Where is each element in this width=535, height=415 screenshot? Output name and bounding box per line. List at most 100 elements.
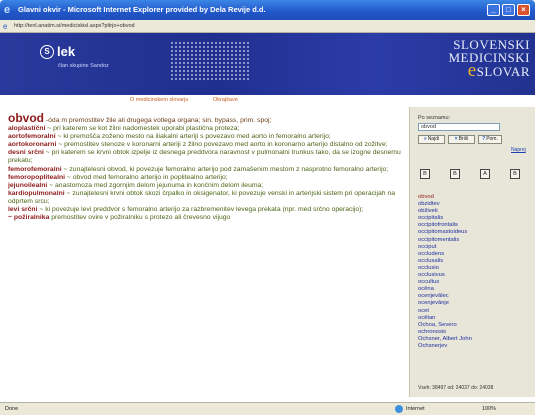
security-zone: Internet [406,406,425,412]
word-list: obvod obzidtev obživeti occipitalis occipito… [418,194,530,350]
subentry-term: femoropoplitealni [8,173,66,181]
dictionary-title: SLOVENSKI MEDICINSKI eSLOVAR [400,38,530,80]
subentry: aortokoronarni ~ premostitev stenoze v k… [8,141,405,149]
subentry-definition: premostitev ovire v požiralniku s protez… [51,214,231,222]
letter-button-3[interactable]: A [480,169,490,179]
word-list-item[interactable]: ocêna [418,286,530,293]
search-input[interactable] [418,123,500,131]
internet-zone-icon [395,405,403,413]
find-button[interactable]: »Najdi [418,135,445,144]
window-title: Glavni okvir - Microsoft Internet Explor… [18,5,266,14]
word-list-item[interactable]: Ochoa, Severo [418,322,530,329]
subentry-definition: ~ pri katerem se krvni obtok izpelje iz … [8,149,401,165]
word-list-item[interactable]: occludens [418,251,530,258]
help-button-label: Pom. [486,136,498,142]
word-list-item[interactable]: occlusivus [418,272,530,279]
close-button[interactable]: × [517,4,530,16]
search-side-panel: Po seznamu: »Najdi ×Briši ?Pom. Naprej B… [409,107,535,397]
word-list-item[interactable]: Ochsnerjev [418,343,530,350]
help-button[interactable]: ?Pom. [478,135,502,144]
letter-button-4[interactable]: B [510,169,520,179]
headword-definition: -óda m premostitev žile ali drugega votl… [45,117,272,124]
word-list-item[interactable]: occipitofrontalis [418,222,530,229]
dictionary-title-rest: SLOVAR [476,64,530,79]
word-list-item[interactable]: obživeti [418,208,530,215]
find-button-label: Najdi [427,136,440,142]
address-text[interactable]: http://tenl.anatim.si/mediciskisl.aspx?p… [14,22,519,31]
word-list-item[interactable]: occipitomastoideus [418,229,530,236]
subentry-list: aloplastični ~ pri katerem se kot žilni … [8,125,405,222]
browser-window: e Glavni okvir - Microsoft Internet Expl… [0,0,535,415]
subentry-definition: ~ obvod med femoralno arterijo in poplit… [66,173,228,181]
word-list-item[interactable]: ocenjevânje [418,300,530,307]
headword: obvod [8,111,44,125]
letter-button-1[interactable]: B [420,169,430,179]
subentry: desni srčni ~ pri katerem se krvni obtok… [8,149,405,165]
top-links: O medicinskem slovarju Okrajšave [0,95,535,107]
status-bar: Done Internet 100% [0,402,535,415]
word-list-item[interactable]: occipitalis [418,215,530,222]
word-list-item[interactable]: occlusalis [418,258,530,265]
zoom-level[interactable]: 100% [482,406,496,412]
subentry-term: kardiopulmonalni [8,189,65,197]
help-icon: ? [482,136,486,142]
subentry-term: ~ požiralnika [8,214,50,222]
dictionary-title-line2: MEDICINSKI [448,50,530,65]
logo-subtext: član skupine Sandoz [58,63,109,69]
subentry-term: aloplastični [8,125,46,133]
subentry: jejunoilealni ~ anastomoza med zgornjim … [8,182,405,190]
clear-button[interactable]: ×Briši [448,135,475,144]
internet-explorer-icon: e [4,4,11,16]
subentry-term: jejunoilealni [8,181,48,189]
word-list-item[interactable]: obzidtev [418,201,530,208]
subentry-definition: ~ pri katerem se kot žilni nadomestek up… [47,125,240,133]
result-count: Vseh: 38497 od: 24037 do: 24038 [418,385,494,391]
dot-pattern [170,41,250,81]
word-list-item[interactable]: ochronosis [418,329,530,336]
word-list-item[interactable]: occiput [418,244,530,251]
page-icon: e [3,22,8,31]
word-list-item[interactable]: ocêtan [418,315,530,322]
subentry: kardiopulmonalni ~ zunajtelesni krvni ob… [8,190,405,206]
word-list-item[interactable]: occultus [418,279,530,286]
abbreviations-link[interactable]: Okrajšave [213,97,238,103]
subentry: aloplastični ~ pri katerem se kot žilni … [8,125,405,133]
word-list-item[interactable]: obvod [418,194,530,201]
search-label: Po seznamu: [418,115,451,121]
subentry-term: aortofemoralni [8,133,56,141]
minimize-button[interactable]: _ [487,4,500,16]
clear-icon: × [454,136,458,142]
word-list-item[interactable]: occipitomentalis [418,237,530,244]
word-list-item[interactable]: ocenjevâlec [418,293,530,300]
subentry-term: femorofemoralni [8,165,62,173]
word-list-item[interactable]: Ochsner, Albert John [418,336,530,343]
dictionary-title-line3: eSLOVAR [400,61,530,80]
status-text: Done [5,406,19,412]
headword-entry: obvod -óda m premostitev žile ali drugeg… [8,112,405,125]
subentry-definition: ~ ki premošča zoženo mesto na iliakalni … [57,133,331,141]
lek-logo-icon: S [40,45,54,59]
subentry-definition: ~ ki povezuje levi preddvor s femoralno … [39,206,364,214]
subentry: aortofemoralni ~ ki premošča zoženo mest… [8,133,405,141]
dictionary-title-initial: e [467,60,477,81]
find-icon: » [423,136,427,142]
subentry-definition: ~ zunajtelesni obvod, ki povezuje femora… [63,165,389,173]
address-bar[interactable]: e http://tenl.anatim.si/mediciskisl.aspx… [0,20,535,33]
title-bar[interactable]: e Glavni okvir - Microsoft Internet Expl… [0,0,535,20]
subentry-definition: ~ premostitev stenoze v koronarni arteri… [58,141,388,149]
subentry: levi srčni ~ ki povezuje levi preddvor s… [8,206,405,214]
subentry: femoropoplitealni ~ obvod med femoralno … [8,174,405,182]
subentry: ~ požiralnika premostitev ovire v požira… [8,214,405,222]
logo-text: lek [57,44,76,59]
clear-button-label: Briši [458,136,469,142]
word-list-item[interactable]: occlusio [418,265,530,272]
forward-link[interactable]: Naprej [511,147,526,153]
header-banner: S lek član skupine Sandoz SLOVENSKI MEDI… [0,33,535,95]
word-list-item[interactable]: ocet [418,308,530,315]
subentry-definition: ~ zunajtelesni krvni obtok skozi črpalko… [8,189,396,205]
subentry-term: aortokoronarni [8,141,57,149]
subentry-definition: ~ anastomoza med zgornjim delom jejunuma… [49,181,264,189]
about-dictionary-link[interactable]: O medicinskem slovarju [130,97,188,103]
letter-button-2[interactable]: B [450,169,460,179]
maximize-button[interactable]: □ [502,4,515,16]
